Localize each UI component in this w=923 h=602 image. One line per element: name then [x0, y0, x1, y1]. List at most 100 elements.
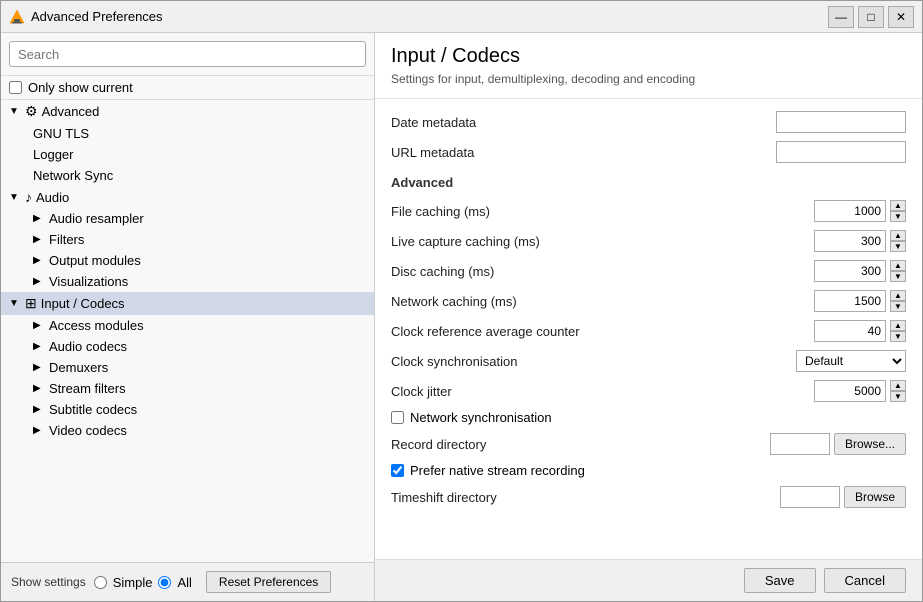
record-directory-control: Browse... [770, 433, 906, 455]
tree-label-output-modules: Output modules [49, 253, 141, 268]
all-radio[interactable] [158, 576, 171, 589]
network-caching-up[interactable]: ▲ [890, 290, 906, 301]
clock-sync-label: Clock synchronisation [391, 354, 796, 369]
live-capture-input[interactable] [814, 230, 886, 252]
date-metadata-label: Date metadata [391, 115, 776, 130]
simple-radio-label[interactable]: Simple [113, 575, 153, 590]
date-metadata-input[interactable] [776, 111, 906, 133]
radio-group: Simple All [94, 575, 192, 590]
tree-item-stream-filters[interactable]: ▶ Stream filters [1, 378, 374, 399]
tree-item-logger[interactable]: Logger [1, 144, 374, 165]
prefer-native-checkbox[interactable] [391, 464, 404, 477]
file-caching-row: File caching (ms) ▲ ▼ [391, 196, 906, 226]
clock-jitter-control: ▲ ▼ [814, 380, 906, 402]
minimize-button[interactable]: — [828, 6, 854, 28]
close-button[interactable]: ✕ [888, 6, 914, 28]
reset-preferences-button[interactable]: Reset Preferences [206, 571, 331, 593]
tree-item-output-modules[interactable]: ▶ Output modules [1, 250, 374, 271]
left-panel: Only show current ▼ ⚙ Advanced GNU TLS L… [1, 33, 375, 601]
network-caching-input[interactable] [814, 290, 886, 312]
clock-jitter-up[interactable]: ▲ [890, 380, 906, 391]
tree-item-access-modules[interactable]: ▶ Access modules [1, 315, 374, 336]
expand-arrow-subtitle: ▶ [33, 404, 45, 415]
timeshift-directory-input[interactable] [780, 486, 840, 508]
tree-item-network-sync[interactable]: Network Sync [1, 165, 374, 186]
network-caching-spinbox-btns: ▲ ▼ [890, 290, 906, 312]
record-directory-row: Record directory Browse... [391, 429, 906, 459]
tree-container: ▼ ⚙ Advanced GNU TLS Logger Network Sync… [1, 100, 374, 562]
maximize-button[interactable]: □ [858, 6, 884, 28]
tree-item-audio-codecs[interactable]: ▶ Audio codecs [1, 336, 374, 357]
search-input[interactable] [9, 41, 366, 67]
tree-label-input-codecs: Input / Codecs [41, 296, 125, 311]
disc-caching-down[interactable]: ▼ [890, 271, 906, 282]
network-caching-down[interactable]: ▼ [890, 301, 906, 312]
clock-jitter-input[interactable] [814, 380, 886, 402]
clock-ref-input[interactable] [814, 320, 886, 342]
cancel-button[interactable]: Cancel [824, 568, 906, 593]
browse-button[interactable]: Browse... [834, 433, 906, 455]
window-title: Advanced Preferences [31, 9, 828, 24]
tree-item-subtitle-codecs[interactable]: ▶ Subtitle codecs [1, 399, 374, 420]
simple-radio[interactable] [94, 576, 107, 589]
browse2-button[interactable]: Browse [844, 486, 906, 508]
tree-item-input-codecs[interactable]: ▼ ⊞ Input / Codecs [1, 292, 374, 315]
network-sync-label[interactable]: Network synchronisation [410, 410, 552, 425]
save-button[interactable]: Save [744, 568, 816, 593]
tree-item-video-codecs[interactable]: ▶ Video codecs [1, 420, 374, 441]
tree-item-filters[interactable]: ▶ Filters [1, 229, 374, 250]
disc-caching-control: ▲ ▼ [814, 260, 906, 282]
tree-label-filters: Filters [49, 232, 84, 247]
tree-item-audio[interactable]: ▼ ♪ Audio [1, 186, 374, 208]
tree-item-advanced[interactable]: ▼ ⚙ Advanced [1, 100, 374, 123]
clock-ref-row: Clock reference average counter ▲ ▼ [391, 316, 906, 346]
clock-ref-down[interactable]: ▼ [890, 331, 906, 342]
input-codecs-icon: ⊞ [25, 295, 37, 312]
clock-ref-up[interactable]: ▲ [890, 320, 906, 331]
live-capture-down[interactable]: ▼ [890, 241, 906, 252]
expand-arrow-video: ▶ [33, 425, 45, 436]
live-capture-label: Live capture caching (ms) [391, 234, 814, 249]
expand-arrow-input-codecs: ▼ [9, 298, 21, 309]
network-caching-row: Network caching (ms) ▲ ▼ [391, 286, 906, 316]
search-container [1, 33, 374, 76]
live-capture-up[interactable]: ▲ [890, 230, 906, 241]
main-content: Only show current ▼ ⚙ Advanced GNU TLS L… [1, 33, 922, 601]
tree-item-visualizations[interactable]: ▶ Visualizations [1, 271, 374, 292]
record-directory-input[interactable] [770, 433, 830, 455]
tree-label-demuxers: Demuxers [49, 360, 108, 375]
tree-label-audio-codecs: Audio codecs [49, 339, 127, 354]
tree-item-audio-resampler[interactable]: ▶ Audio resampler [1, 208, 374, 229]
only-show-current-label[interactable]: Only show current [28, 80, 133, 95]
clock-jitter-row: Clock jitter ▲ ▼ [391, 376, 906, 406]
titlebar: Advanced Preferences — □ ✕ [1, 1, 922, 33]
network-sync-checkbox[interactable] [391, 411, 404, 424]
file-caching-control: ▲ ▼ [814, 200, 906, 222]
disc-caching-up[interactable]: ▲ [890, 260, 906, 271]
live-capture-spinbox-btns: ▲ ▼ [890, 230, 906, 252]
file-caching-down[interactable]: ▼ [890, 211, 906, 222]
url-metadata-input[interactable] [776, 141, 906, 163]
prefer-native-label[interactable]: Prefer native stream recording [410, 463, 585, 478]
disc-caching-row: Disc caching (ms) ▲ ▼ [391, 256, 906, 286]
timeshift-directory-control: Browse [780, 486, 906, 508]
action-buttons: Save Cancel [375, 559, 922, 601]
file-caching-up[interactable]: ▲ [890, 200, 906, 211]
tree-item-demuxers[interactable]: ▶ Demuxers [1, 357, 374, 378]
tree-item-gnu-tls[interactable]: GNU TLS [1, 123, 374, 144]
tree-label-audio-resampler: Audio resampler [49, 211, 144, 226]
all-radio-label[interactable]: All [177, 575, 191, 590]
file-caching-input[interactable] [814, 200, 886, 222]
window-controls: — □ ✕ [828, 6, 914, 28]
timeshift-directory-row: Timeshift directory Browse [391, 482, 906, 512]
tree-label-gnu-tls: GNU TLS [33, 126, 89, 141]
clock-sync-select[interactable]: Default PTS RTP [796, 350, 906, 372]
clock-jitter-label: Clock jitter [391, 384, 814, 399]
url-metadata-row: URL metadata [391, 137, 906, 167]
disc-caching-input[interactable] [814, 260, 886, 282]
only-show-current-checkbox[interactable] [9, 81, 22, 94]
network-sync-row: Network synchronisation [391, 406, 906, 429]
clock-jitter-down[interactable]: ▼ [890, 391, 906, 402]
tree-label-stream-filters: Stream filters [49, 381, 126, 396]
date-metadata-row: Date metadata [391, 107, 906, 137]
